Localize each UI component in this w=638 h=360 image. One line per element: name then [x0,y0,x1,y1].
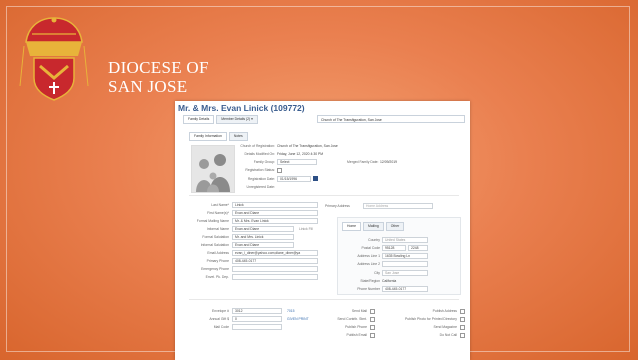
informal-name-input[interactable]: Evan and Diane [232,226,294,232]
state-region-label: State/Region [360,279,380,283]
modified-on-value: Friday, June 12, 2020 4:30 PM [277,152,324,156]
given-print-link[interactable]: GIVEN PRINT [287,317,309,321]
annual-gift-input[interactable]: 0 [232,316,282,322]
do-not-call-label: Do Not Call [439,333,457,337]
registration-status-checkbox[interactable] [277,168,282,173]
diocese-title-line2: SAN JOSE [108,77,188,96]
linick-fill-note: Linick Fill [299,227,313,231]
last-name-input[interactable]: Linick [232,202,318,208]
email-address-input[interactable]: evan_l_diner@yahoo.com;diane_diner@ya [232,250,318,256]
family-group-select[interactable]: Select [277,159,317,165]
postal-code-input[interactable]: 95128 [382,245,406,251]
first-names-input[interactable]: Evan and Diane [232,210,318,216]
send-magazine-checkbox[interactable] [460,325,465,330]
informal-salutation-input[interactable]: Evan and Diane [232,242,294,248]
family-record-title: Mr. & Mrs. Evan Linick (109772) [178,103,305,113]
tab-member-details[interactable]: Member Details (2) ▾ [216,115,258,124]
publish-photo-label: Publish Photo for Printed Directory [404,317,457,321]
tab-family-information[interactable]: Family Information [189,132,227,141]
tab-family-details[interactable]: Family Details [183,115,215,124]
publish-phone-checkbox[interactable] [370,325,375,330]
sub-tab-bar: Family Information Notes [189,132,248,141]
send-contrib-checkbox[interactable] [370,317,375,322]
diocese-title: DIOCESE OF SAN JOSE [108,58,209,96]
section-divider-bottom [189,299,459,300]
publish-email-label: Publish Email [346,333,367,337]
send-magazine-label: Send Magazine [433,325,457,329]
city-label: City [374,271,380,275]
state-region-value: California [382,279,397,283]
envelope-pk-label: Envel. Pk. Dep. [205,275,229,279]
publish-email-checkbox[interactable] [370,333,375,338]
send-mail-checkbox[interactable] [370,309,375,314]
phone-number-label: Phone Number [357,287,380,291]
merged-date-label: Merged Family Date: [347,160,379,164]
postal-code-label: Postal Code [361,246,380,250]
emergency-phone-label: Emergency Phone [201,267,229,271]
postal-code-ext-input[interactable]: 2248 [408,245,428,251]
modified-on-label: Details Modified On: [244,152,275,156]
primary-address-label: Primary Address [325,204,350,208]
merged-date-value: 12/09/2019 [380,160,397,164]
church-registration-label: Church of Registration: [240,144,275,148]
country-select[interactable]: United States [382,237,428,243]
address-tab-bar: Home Mailing Other [342,222,405,231]
emergency-phone-input[interactable] [232,266,318,272]
informal-salutation-label: Informal Salutation [200,243,229,247]
parish-select[interactable]: Church of The Transfiguration, San Jose [317,115,465,123]
tab-notes[interactable]: Notes [228,132,248,141]
family-group-label: Family Group: [253,160,275,164]
formal-salutation-label: Formal Salutation [202,235,229,239]
publish-address-checkbox[interactable] [460,309,465,314]
diocese-title-line1: DIOCESE OF [108,58,209,77]
envelope-side-link[interactable]: 7015 [287,309,295,313]
slide-background: DIOCESE OF SAN JOSE Mr. & Mrs. Evan Lini… [0,0,638,360]
section-divider [189,195,459,196]
mail-code-input[interactable] [232,324,282,330]
mail-code-label: Mail Code [213,325,229,329]
top-tab-bar: Family Details Member Details (2) ▾ [183,115,258,124]
address-line1-label: Address Line 1 [357,254,380,258]
do-not-call-checkbox[interactable] [460,333,465,338]
email-address-label: Email Address [207,251,229,255]
registration-date-input[interactable]: 01/15/1996 [277,176,311,182]
send-contrib-label: Send Contrib. Stmt. [337,317,367,321]
address-line2-label: Address Line 2 [357,262,380,266]
informal-name-label: Informal Name [206,227,229,231]
formal-mailing-name-label: Formal Mailing Name [196,219,229,223]
primary-phone-label: Primary Phone [206,259,229,263]
registration-status-label: Registration Status: [245,168,275,172]
diocese-crest-logo [19,17,89,101]
last-name-label: Last Name* [211,203,229,207]
tab-address-home[interactable]: Home [342,222,362,231]
envelope-number-input[interactable]: 3012 [232,308,282,314]
annual-gift-label: Annual Gift $ [209,317,229,321]
first-names-label: First Name(s)* [207,211,229,215]
country-label: Country [368,238,380,242]
formal-salutation-input[interactable]: Mr. and Mrs. Linick [232,234,294,240]
envelope-number-label: Envelope # [212,309,229,313]
primary-phone-input[interactable]: 408-445-0177 [232,258,318,264]
address-panel: Home Mailing Other Country United States… [337,217,461,295]
calendar-icon[interactable] [313,176,318,181]
church-registration-value: Church of The Transfiguration, San Jose [277,144,338,148]
publish-address-label: Publish Address [432,309,457,313]
tab-address-mailing[interactable]: Mailing [363,222,384,231]
formal-mailing-name-input[interactable]: Mr. & Mrs. Evan Linick [232,218,318,224]
tab-address-other[interactable]: Other [385,222,405,231]
registration-date-label: Registration Date: [247,177,275,181]
address-line1-input[interactable]: 1635 Bowling Ln [382,253,428,259]
city-select[interactable]: San Jose [382,270,428,276]
publish-phone-label: Publish Phone [345,325,367,329]
send-mail-label: Send Mail [351,309,367,313]
envelope-pk-input[interactable] [232,274,318,280]
primary-address-select[interactable]: Home Address [363,203,433,209]
unregistered-date-label: Unregistered Date: [246,185,275,189]
address-line2-input[interactable] [382,261,428,267]
phone-number-input[interactable]: 408-445-0177 [382,286,428,292]
publish-photo-checkbox[interactable] [460,317,465,322]
family-record-screenshot: Mr. & Mrs. Evan Linick (109772) Family D… [175,101,470,360]
